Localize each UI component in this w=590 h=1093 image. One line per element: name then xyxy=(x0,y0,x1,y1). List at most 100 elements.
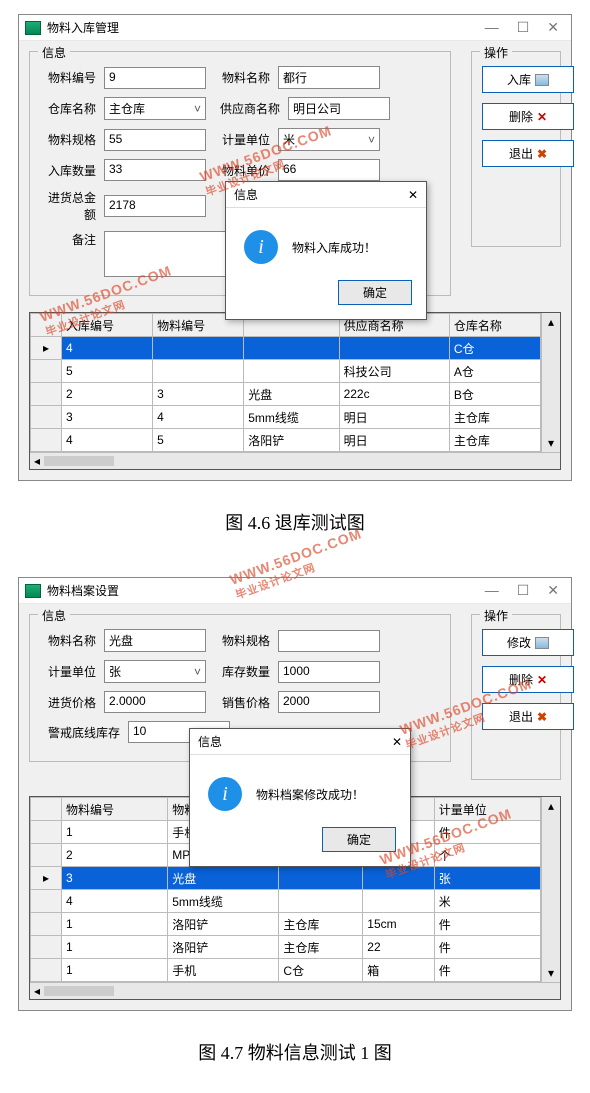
cell[interactable]: 洛阳铲 xyxy=(168,913,279,936)
input-spec[interactable]: 55 xyxy=(104,129,206,151)
input-total[interactable]: 2178 xyxy=(104,195,206,217)
cell[interactable]: 4 xyxy=(153,406,244,429)
cell[interactable]: 1 xyxy=(62,959,168,982)
cell[interactable]: 2 xyxy=(62,383,153,406)
cell[interactable]: 明日 xyxy=(339,406,449,429)
input-price[interactable]: 66 xyxy=(278,159,380,181)
col-mat-id[interactable]: 物料编号 xyxy=(62,798,168,821)
exit-button[interactable]: 退出 ✖ xyxy=(482,140,574,167)
cell[interactable] xyxy=(363,890,434,913)
delete-button[interactable]: 删除 ✕ xyxy=(482,666,574,693)
cell[interactable]: 5 xyxy=(62,360,153,383)
cell[interactable]: 1 xyxy=(62,913,168,936)
input-mat-name[interactable]: 都行 xyxy=(278,66,380,89)
in-stock-button[interactable]: 入库 xyxy=(482,66,574,93)
cell[interactable]: 洛阳铲 xyxy=(244,429,339,452)
cell[interactable]: 米 xyxy=(434,890,540,913)
col-in-id[interactable]: 入库编号 xyxy=(62,314,153,337)
cell[interactable] xyxy=(244,360,339,383)
cell[interactable]: 15cm xyxy=(363,913,434,936)
input-stock[interactable]: 1000 xyxy=(278,661,380,683)
table-row[interactable]: 1洛阳铲主仓库15cm件 xyxy=(31,913,541,936)
cell[interactable]: 主仓库 xyxy=(449,429,540,452)
maximize-icon[interactable]: ☐ xyxy=(517,19,530,36)
cell[interactable]: 光盘 xyxy=(244,383,339,406)
horizontal-scrollbar[interactable]: ◂ xyxy=(30,452,560,469)
cell[interactable]: 主仓库 xyxy=(279,936,363,959)
cell[interactable]: 5 xyxy=(153,429,244,452)
input-mat-name[interactable]: 光盘 xyxy=(104,629,206,652)
cell[interactable]: 主仓库 xyxy=(279,913,363,936)
dialog-close-icon[interactable]: ✕ xyxy=(392,735,402,749)
cell[interactable]: 3 xyxy=(62,867,168,890)
cell[interactable]: 个 xyxy=(434,844,540,867)
cell[interactable]: 3 xyxy=(62,406,153,429)
textarea-remark[interactable] xyxy=(104,231,226,277)
vertical-scrollbar[interactable]: ▴▾ xyxy=(541,797,560,982)
table-row[interactable]: 5 科技公司 A仓 xyxy=(31,360,541,383)
cell[interactable]: 1 xyxy=(62,821,168,844)
col-wh[interactable]: 仓库名称 xyxy=(449,314,540,337)
table-row[interactable]: 3 4 5mm线缆 明日 主仓库 xyxy=(31,406,541,429)
data-grid[interactable]: 入库编号 物料编号 供应商名称 仓库名称 ▸ 4 C仓 xyxy=(29,312,561,470)
cell[interactable]: 2 xyxy=(62,844,168,867)
table-row[interactable]: ▸3光盘张 xyxy=(31,867,541,890)
cell[interactable]: 4 xyxy=(62,890,168,913)
cell[interactable]: 主仓库 xyxy=(449,406,540,429)
cell[interactable]: 件 xyxy=(434,913,540,936)
table-row[interactable]: 45mm线缆 米 xyxy=(31,890,541,913)
cell[interactable]: C仓 xyxy=(449,337,540,360)
delete-button[interactable]: 删除 ✕ xyxy=(482,103,574,130)
cell[interactable]: 5mm线缆 xyxy=(244,406,339,429)
col-unit[interactable]: 计量单位 xyxy=(434,798,540,821)
cell[interactable]: 件 xyxy=(434,821,540,844)
cell[interactable] xyxy=(363,867,434,890)
input-in-price[interactable]: 2.0000 xyxy=(104,691,206,713)
cell[interactable]: 1 xyxy=(62,936,168,959)
cell[interactable]: 22 xyxy=(363,936,434,959)
dialog-close-icon[interactable]: ✕ xyxy=(408,188,418,202)
cell[interactable]: 明日 xyxy=(339,429,449,452)
input-spec[interactable] xyxy=(278,630,380,652)
close-icon[interactable]: ✕ xyxy=(547,19,559,36)
horizontal-scrollbar[interactable]: ◂ xyxy=(30,982,560,999)
select-unit[interactable]: 张 ˅ xyxy=(104,660,206,683)
cell[interactable]: 件 xyxy=(434,936,540,959)
cell[interactable] xyxy=(279,867,363,890)
table-row[interactable]: 2 3 光盘 222c B仓 xyxy=(31,383,541,406)
cell[interactable]: 张 xyxy=(434,867,540,890)
cell[interactable] xyxy=(244,337,339,360)
input-sell-price[interactable]: 2000 xyxy=(278,691,380,713)
minimize-icon[interactable]: — xyxy=(485,19,499,36)
cell[interactable]: 5mm线缆 xyxy=(168,890,279,913)
cell[interactable] xyxy=(153,360,244,383)
exit-button[interactable]: 退出 ✖ xyxy=(482,703,574,730)
minimize-icon[interactable]: — xyxy=(485,582,499,599)
cell[interactable]: 手机 xyxy=(168,959,279,982)
table-row[interactable]: 1洛阳铲主仓库22件 xyxy=(31,936,541,959)
cell[interactable] xyxy=(153,337,244,360)
table-row[interactable]: 4 5 洛阳铲 明日 主仓库 xyxy=(31,429,541,452)
select-unit[interactable]: 米 ˅ xyxy=(278,128,380,151)
input-mat-id[interactable]: 9 xyxy=(104,67,206,89)
cell[interactable] xyxy=(339,337,449,360)
cell[interactable]: 科技公司 xyxy=(339,360,449,383)
cell[interactable]: 3 xyxy=(153,383,244,406)
ok-button[interactable]: 确定 xyxy=(322,827,396,852)
ok-button[interactable]: 确定 xyxy=(338,280,412,305)
cell[interactable]: 光盘 xyxy=(168,867,279,890)
table-row[interactable]: ▸ 4 C仓 xyxy=(31,337,541,360)
table-row[interactable]: 1手机C仓箱件 xyxy=(31,959,541,982)
cell[interactable]: B仓 xyxy=(449,383,540,406)
cell[interactable]: 洛阳铲 xyxy=(168,936,279,959)
select-wh-name[interactable]: 主仓库 ˅ xyxy=(104,97,206,120)
vertical-scrollbar[interactable]: ▴▾ xyxy=(541,313,560,452)
cell[interactable]: A仓 xyxy=(449,360,540,383)
close-icon[interactable]: ✕ xyxy=(547,582,559,599)
cell[interactable] xyxy=(279,890,363,913)
input-in-qty[interactable]: 33 xyxy=(104,159,206,181)
cell[interactable]: 222c xyxy=(339,383,449,406)
cell[interactable]: C仓 xyxy=(279,959,363,982)
cell[interactable]: 4 xyxy=(62,337,153,360)
maximize-icon[interactable]: ☐ xyxy=(517,582,530,599)
